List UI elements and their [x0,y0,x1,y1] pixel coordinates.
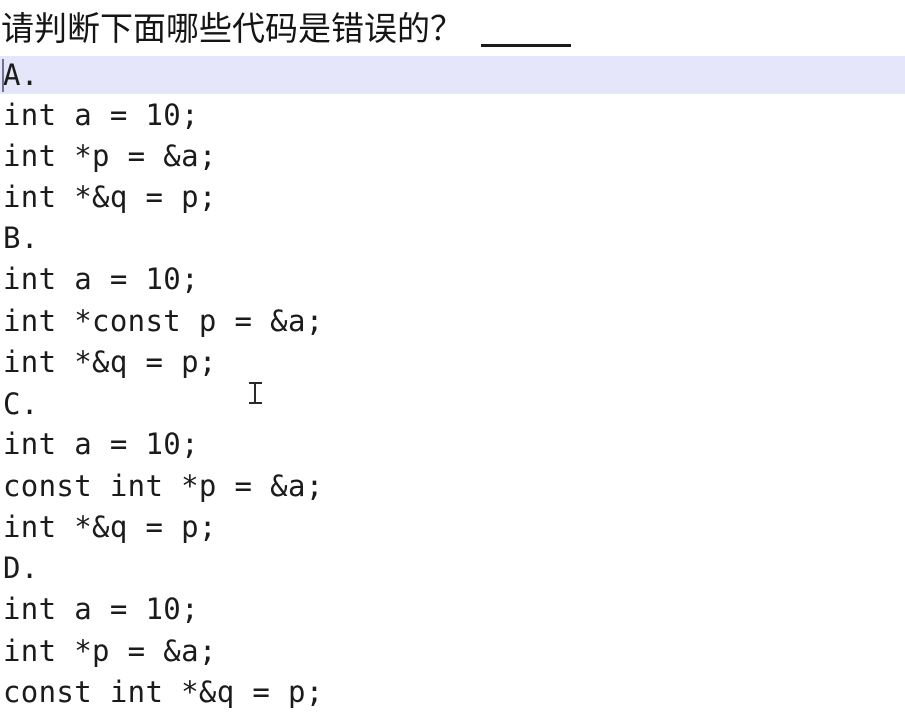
question-stem-text: 请判断下面哪些代码是错误的？ [1,9,463,48]
option-d-label: D. [3,551,39,585]
option-c-code-line-3[interactable]: int *&q = p; [0,507,905,547]
question-stem-row[interactable]: 请判断下面哪些代码是错误的？ [0,0,905,56]
option-c-label: C. [3,387,39,421]
document-canvas: 请判断下面哪些代码是错误的？ A. int a = 10; int *p = &… [0,0,905,721]
option-b-code-line-3[interactable]: int *&q = p; [0,342,905,382]
option-b-code-line-2[interactable]: int *const p = &a; [0,301,905,341]
option-a-code-line-3[interactable]: int *&q = p; [0,177,905,217]
answer-blank-underline[interactable] [481,44,571,47]
option-b-label-row[interactable]: B. [0,219,905,257]
option-b-code-line-1[interactable]: int a = 10; [0,259,905,299]
option-a-code-line-2[interactable]: int *p = &a; [0,136,905,176]
option-c-code-line-1[interactable]: int a = 10; [0,424,905,464]
option-a-label: A. [3,58,39,92]
ibeam-top-serif [249,382,262,384]
option-a-code-line-1[interactable]: int a = 10; [0,95,905,135]
option-b-label: B. [3,221,39,255]
option-d-code-line-2[interactable]: int *p = &a; [0,631,905,671]
text-caret [2,59,4,92]
option-d-label-row[interactable]: D. [0,549,905,587]
option-d-code-line-1[interactable]: int a = 10; [0,589,905,629]
option-c-code-line-2[interactable]: const int *p = &a; [0,466,905,506]
option-a-label-row[interactable]: A. [0,56,905,94]
option-d-code-line-3[interactable]: const int *&q = p; [0,672,905,712]
option-c-label-row[interactable]: C. [0,385,905,423]
